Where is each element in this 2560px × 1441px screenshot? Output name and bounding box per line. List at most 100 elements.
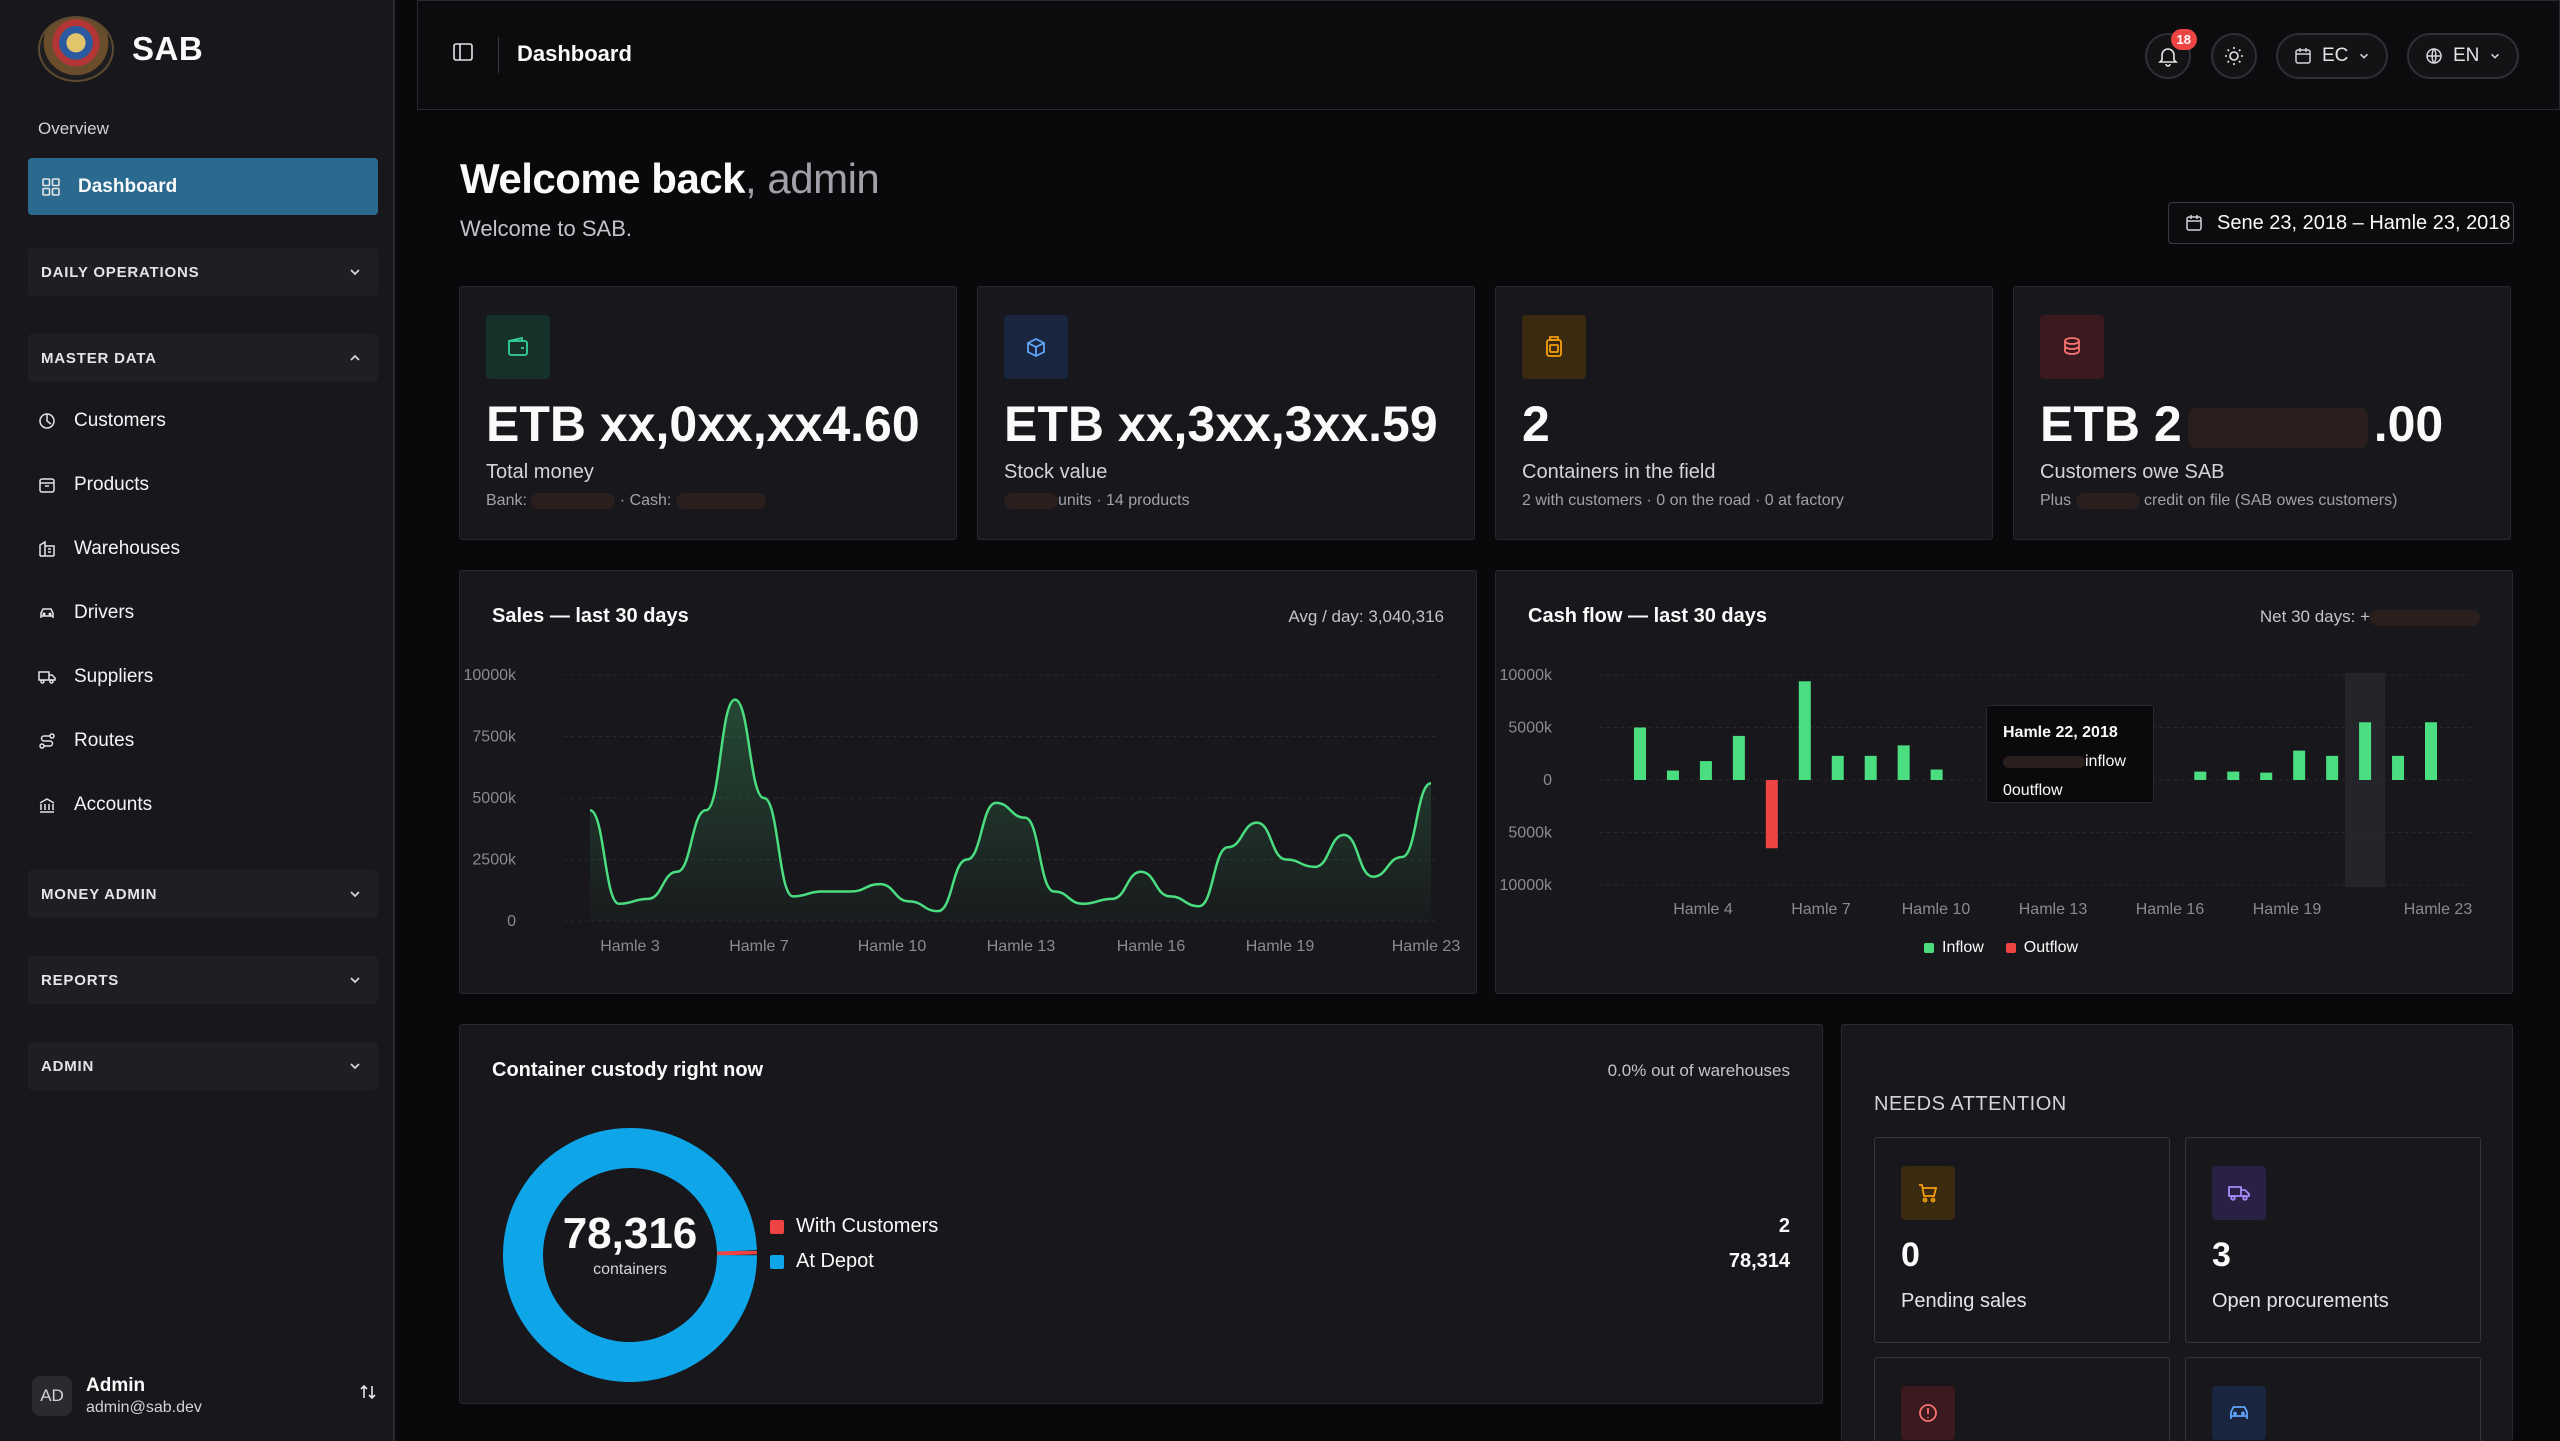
chevron-down-icon (348, 973, 362, 987)
sidebar-item-label: Accounts (74, 794, 153, 815)
sidebar-group-admin[interactable]: ADMIN (28, 1042, 378, 1090)
sidebar-group-master-data[interactable]: MASTER DATA (28, 334, 378, 382)
attention-card-drivers[interactable] (2185, 1357, 2481, 1441)
sidebar-item-products[interactable]: Products (38, 474, 149, 496)
kpi-value: 2 (1522, 396, 1550, 452)
grid-icon (42, 177, 60, 196)
chart-tooltip: Hamle 22, 2018 inflow 0outflow (1986, 705, 2154, 803)
calendar-icon (2294, 47, 2312, 65)
theme-toggle-button[interactable] (2211, 33, 2257, 79)
attention-card-pending-sales[interactable]: 0 Pending sales (1874, 1137, 2170, 1343)
inflow-bar (2425, 722, 2437, 780)
y-tick-label: 7500k (472, 729, 517, 746)
truck-icon (38, 668, 56, 686)
language-selector[interactable]: EN (2407, 33, 2520, 79)
sidebar-group-label: DAILY OPERATIONS (41, 263, 200, 281)
legend-item-outflow: Outflow (2005, 939, 2078, 957)
sun-icon (2223, 45, 2245, 67)
sidebar-group-reports[interactable]: REPORTS (28, 956, 378, 1004)
products-icon (38, 476, 56, 494)
inflow-bar (1897, 745, 1910, 780)
brand[interactable]: SAB (38, 16, 203, 82)
notifications-button[interactable]: 18 (2145, 29, 2197, 79)
outflow-bar (1765, 780, 1778, 849)
welcome-heading: Welcome back, admin (460, 155, 880, 203)
car-icon (2212, 1386, 2266, 1440)
sidebar-item-customers[interactable]: Customers (38, 410, 166, 432)
kpi-label: Stock value (1004, 461, 1108, 483)
inflow-bar (1798, 681, 1811, 780)
x-tick-label: Hamle 7 (729, 938, 789, 955)
calendar-icon (2185, 214, 2203, 232)
attention-card-open-procurements[interactable]: 3 Open procurements (2185, 1137, 2481, 1343)
x-tick-label: Hamle 23 (1392, 938, 1461, 955)
needs-attention-title: NEEDS ATTENTION (1874, 1093, 2067, 1115)
sidebar-item-warehouses[interactable]: Warehouses (38, 538, 180, 560)
chevron-down-icon (348, 887, 362, 901)
language-selector-value: EN (2453, 45, 2480, 66)
inflow-bar (2227, 771, 2240, 780)
sidebar-item-routes[interactable]: Routes (38, 730, 134, 752)
user-email: admin@sab.dev (86, 1399, 202, 1416)
sidebar-toggle-icon[interactable] (452, 41, 474, 63)
bank-icon (38, 796, 56, 814)
kpi-card-total-money[interactable]: ETB xx,0xx,xx4.60 Total money Bank: · Ca… (459, 286, 957, 540)
sidebar-group-label: ADMIN (41, 1057, 95, 1075)
redacted-value (1004, 492, 1058, 509)
x-tick-label: Hamle 13 (987, 938, 1056, 955)
y-tick-label: 10000k (464, 667, 517, 684)
sidebar-item-dashboard[interactable]: Dashboard (28, 158, 378, 215)
container-custody-panel: Container custody right now 0.0% out of … (459, 1024, 1823, 1404)
x-tick-label: Hamle 10 (1902, 901, 1971, 918)
company-selector[interactable]: EC (2276, 33, 2389, 79)
x-tick-label: Hamle 19 (1246, 938, 1315, 955)
attention-card-alert[interactable] (1874, 1357, 2170, 1441)
alert-icon (1901, 1386, 1955, 1440)
y-tick-label: 5000k (1508, 825, 1553, 842)
x-tick-label: Hamle 16 (1117, 938, 1186, 955)
container-icon (1522, 315, 1586, 379)
company-selector-value: EC (2322, 45, 2349, 66)
y-tick-label: 2500k (472, 852, 517, 869)
kpi-card-customers-owe[interactable]: ETB 2.00 Customers owe SAB Plus credit o… (2013, 286, 2511, 540)
sort-arrows-icon[interactable] (358, 1382, 378, 1402)
sidebar-group-daily-operations[interactable]: DAILY OPERATIONS (28, 248, 378, 296)
y-tick-label: 10000k (1500, 667, 1553, 684)
inflow-bar (1930, 769, 1943, 780)
y-tick-label: 5000k (472, 790, 517, 807)
kpi-value: ETB xx,0xx,xx4.60 (486, 396, 920, 452)
date-range-picker[interactable]: Sene 23, 2018 – Hamle 23, 2018 (2168, 202, 2514, 244)
user-menu[interactable]: AD Admin admin@sab.dev (32, 1368, 382, 1424)
sidebar-item-drivers[interactable]: Drivers (38, 602, 134, 624)
sidebar-item-label: Products (74, 474, 149, 495)
truck-icon (2212, 1166, 2266, 1220)
inflow-bar (1864, 755, 1877, 780)
inflow-bar (2392, 755, 2405, 780)
kpi-value: ETB 2.00 (2040, 396, 2444, 452)
sidebar-group-label: MONEY ADMIN (41, 885, 158, 903)
inflow-bar (2293, 750, 2306, 780)
y-tick-label: 0 (507, 913, 516, 930)
kpi-card-containers[interactable]: 2 Containers in the field 2 with custome… (1495, 286, 1993, 540)
inflow-bar (2260, 772, 2273, 780)
chevron-down-icon (348, 1059, 362, 1073)
sidebar-group-money-admin[interactable]: MONEY ADMIN (28, 870, 378, 918)
y-tick-label: 0 (1543, 772, 1552, 789)
kpi-value: ETB xx,3xx,3xx.59 (1004, 396, 1438, 452)
redacted-value (531, 492, 616, 509)
attention-value: 3 (2212, 1236, 2231, 1274)
legend-swatch (770, 1219, 784, 1234)
avatar: AD (32, 1376, 72, 1416)
legend-item-inflow: Inflow (1924, 939, 1984, 957)
sidebar-group-label: REPORTS (41, 971, 120, 989)
chevron-down-icon (2489, 50, 2501, 62)
inflow-bar (1831, 755, 1844, 780)
inflow-bar (2326, 755, 2339, 780)
wallet-icon (486, 315, 550, 379)
sidebar-item-suppliers[interactable]: Suppliers (38, 666, 153, 688)
warehouses-icon (38, 540, 56, 558)
chart-legend: Inflow Outflow (1924, 939, 2078, 957)
kpi-label: Containers in the field (1522, 461, 1716, 483)
sidebar-item-accounts[interactable]: Accounts (38, 794, 152, 816)
kpi-card-stock-value[interactable]: ETB xx,3xx,3xx.59 Stock value units · 14… (977, 286, 1475, 540)
